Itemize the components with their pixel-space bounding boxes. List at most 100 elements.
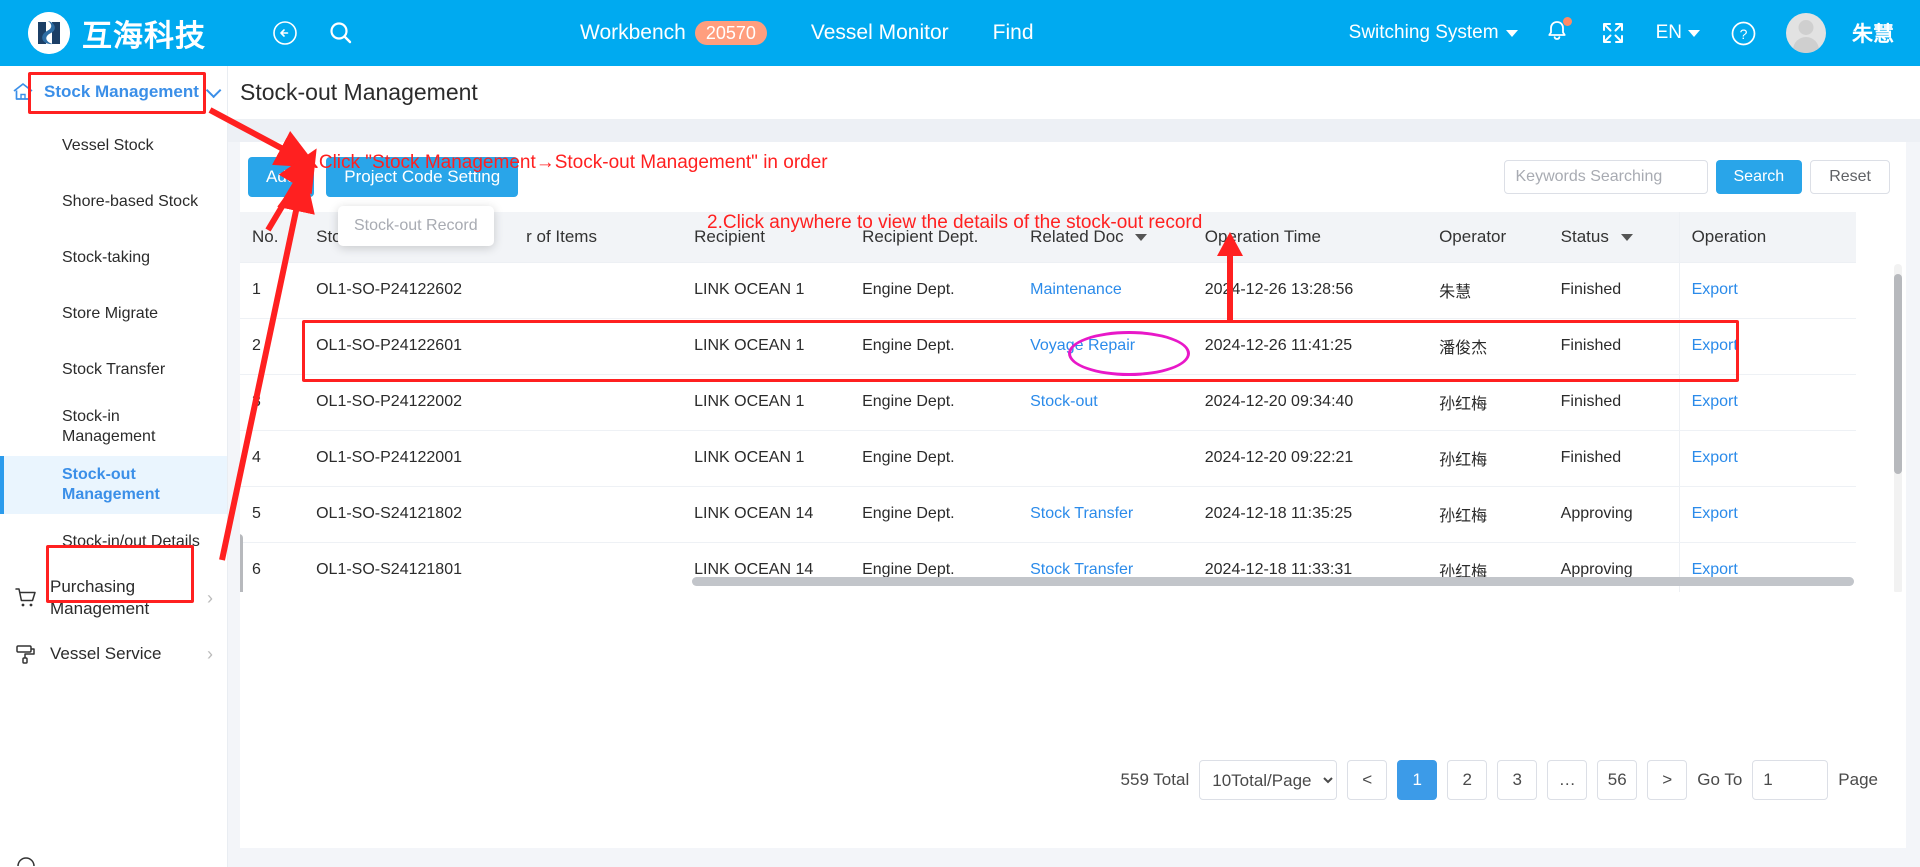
cell-recipient-dept: Engine Dept. — [850, 374, 1019, 431]
sidebar-item-vessel-stock[interactable]: Vessel Stock — [0, 118, 227, 174]
search-input[interactable] — [1503, 160, 1708, 194]
cell-recipient-dept: Engine Dept. — [850, 318, 1019, 375]
prev-page-button[interactable]: < — [1347, 760, 1388, 800]
col-header-related-doc[interactable]: Related Doc — [1018, 212, 1193, 263]
sidebar-group-vessel-service[interactable]: Vessel Service › — [0, 626, 227, 682]
table-row[interactable]: 2 OL1-SO-P24122601 LINK OCEAN 1 Engine D… — [240, 318, 1856, 375]
col-header-operator: Operator — [1427, 212, 1549, 263]
sidebar-item-stock-out-management[interactable]: Stock-out Management — [0, 456, 227, 514]
sidebar-item-stock-in-out-details[interactable]: Stock-in/out Details — [0, 514, 227, 570]
toolbar: Add Project Code Setting Search Reset — [240, 142, 1906, 212]
fullscreen-icon[interactable] — [1596, 16, 1630, 50]
cell-export-action[interactable]: Export — [1678, 486, 1856, 543]
col-header-related-doc-label: Related Doc — [1030, 226, 1124, 246]
nav-find-label: Find — [992, 21, 1034, 44]
stock-out-table: No. Stock-out Record r of Items Recipien… — [240, 212, 1856, 592]
page-size-select[interactable]: 10Total/Page — [1199, 760, 1338, 800]
cell-export-action[interactable]: Export — [1678, 318, 1856, 375]
table-vertical-scrollbar-thumb[interactable] — [1894, 274, 1902, 474]
sidebar-item-stock-taking[interactable]: Stock-taking — [0, 230, 227, 286]
sidebar-module-title[interactable]: Stock Management — [44, 82, 222, 102]
nav-vessel-monitor[interactable]: Vessel Monitor — [811, 21, 949, 45]
page-button-last[interactable]: 56 — [1597, 760, 1638, 800]
company-logo-icon — [28, 12, 70, 54]
cell-no: 5 — [240, 486, 305, 543]
content-gap-band — [228, 120, 1920, 142]
col-header-status-label: Status — [1560, 226, 1609, 246]
table-horizontal-scrollbar-thumb[interactable] — [692, 577, 1854, 586]
nav-vessel-monitor-label: Vessel Monitor — [810, 21, 949, 44]
language-selector[interactable]: EN — [1656, 22, 1700, 44]
cell-items — [514, 542, 683, 592]
top-header: 互海科技 Workbench 20570 Vessel Monitor Find… — [0, 0, 1920, 66]
avatar[interactable] — [1786, 13, 1826, 53]
cell-related-doc[interactable]: Stock Transfer — [1018, 486, 1193, 543]
cell-recipient: LINK OCEAN 1 — [682, 318, 851, 375]
project-code-setting-button[interactable]: Project Code Setting — [326, 157, 519, 197]
page-button-3[interactable]: 3 — [1497, 760, 1538, 800]
cell-related-doc[interactable]: Stock-out — [1018, 374, 1193, 431]
sidebar-item-label: Stock-out Management — [62, 466, 160, 503]
sidebar-item-label: Stock Transfer — [62, 361, 166, 378]
nav-find[interactable]: Find — [993, 21, 1034, 45]
reset-button[interactable]: Reset — [1810, 160, 1890, 194]
sidebar-item-store-migrate[interactable]: Store Migrate — [0, 286, 227, 342]
cell-no: 6 — [240, 542, 305, 592]
table-row[interactable]: 3 OL1-SO-P24122002 LINK OCEAN 1 Engine D… — [240, 374, 1856, 431]
nav-workbench[interactable]: Workbench 20570 — [580, 21, 767, 45]
sidebar-group-purchasing-management[interactable]: Purchasing Management › — [0, 570, 227, 626]
chevron-right-icon: › — [207, 643, 213, 664]
table-left-scrollbar-thumb[interactable] — [240, 534, 243, 592]
sidebar-group-label: Vessel Service — [50, 643, 162, 663]
table-row[interactable]: 1 OL1-SO-P24122602 LINK OCEAN 1 Engine D… — [240, 262, 1856, 319]
goto-page-input[interactable] — [1752, 760, 1829, 800]
sidebar-item-stock-in-management[interactable]: Stock-in Management — [0, 398, 227, 456]
cell-record: OL1-SO-S24121802 — [304, 486, 515, 543]
sidebar-item-label: Stock-in Management — [62, 408, 156, 445]
cell-status: Approving — [1548, 486, 1680, 543]
sidebar-item-label: Vessel Stock — [62, 137, 154, 154]
search-icon[interactable] — [324, 16, 358, 50]
table-row[interactable]: 4 OL1-SO-P24122001 LINK OCEAN 1 Engine D… — [240, 430, 1856, 487]
col-header-recipient-dept: Recipient Dept. — [850, 212, 1019, 263]
cell-operator: 孙红梅 — [1427, 374, 1549, 431]
cell-related-doc[interactable]: Voyage Repair — [1018, 318, 1193, 375]
page-title-bar: Stock-out Management — [228, 66, 1920, 120]
page-ellipsis[interactable]: … — [1547, 760, 1588, 800]
next-page-button[interactable]: > — [1647, 760, 1688, 800]
sidebar-item-shore-based-stock[interactable]: Shore-based Stock — [0, 174, 227, 230]
switching-system-dropdown[interactable]: Switching System — [1349, 22, 1518, 44]
page-button-2[interactable]: 2 — [1447, 760, 1488, 800]
header-right-tools: Switching System EN ? 朱慧 — [1349, 0, 1920, 66]
page-button-1[interactable]: 1 — [1397, 760, 1438, 800]
cell-no: 1 — [240, 262, 305, 319]
chevron-down-icon — [1505, 29, 1518, 37]
sort-desc-icon[interactable] — [1135, 233, 1148, 241]
sidebar-item-stock-transfer[interactable]: Stock Transfer — [0, 342, 227, 398]
cell-record: OL1-SO-P24122001 — [304, 430, 515, 487]
cell-items — [514, 430, 683, 487]
table-row[interactable]: 5 OL1-SO-S24121802 LINK OCEAN 14 Engine … — [240, 486, 1856, 543]
home-icon[interactable] — [10, 79, 36, 105]
sort-desc-icon[interactable] — [1620, 233, 1633, 241]
notifications-button[interactable] — [1544, 16, 1572, 49]
search-button[interactable]: Search — [1715, 160, 1803, 194]
cell-export-action[interactable]: Export — [1678, 262, 1856, 319]
help-circle-icon[interactable]: ? — [1726, 16, 1760, 50]
table-scroll-area: No. Stock-out Record r of Items Recipien… — [240, 212, 1906, 592]
cell-operator: 潘俊杰 — [1427, 318, 1549, 375]
toolbar-search-group: Search Reset — [1503, 160, 1890, 194]
col-header-operation: Operation — [1678, 212, 1856, 263]
add-button[interactable]: Add — [248, 157, 315, 197]
col-header-status[interactable]: Status — [1548, 212, 1680, 263]
cell-export-action[interactable]: Export — [1678, 430, 1856, 487]
cell-operator: 孙红梅 — [1427, 486, 1549, 543]
cell-related-doc[interactable] — [1018, 430, 1193, 487]
cell-recipient-dept: Engine Dept. — [850, 486, 1019, 543]
sidebar: Stock Management Vessel Stock Shore-base… — [0, 66, 228, 867]
cell-status: Finished — [1548, 318, 1680, 375]
cell-export-action[interactable]: Export — [1678, 374, 1856, 431]
cell-related-doc[interactable]: Maintenance — [1018, 262, 1193, 319]
back-arrow-icon[interactable] — [268, 16, 302, 50]
brand-logo[interactable]: 互海科技 — [28, 11, 206, 55]
